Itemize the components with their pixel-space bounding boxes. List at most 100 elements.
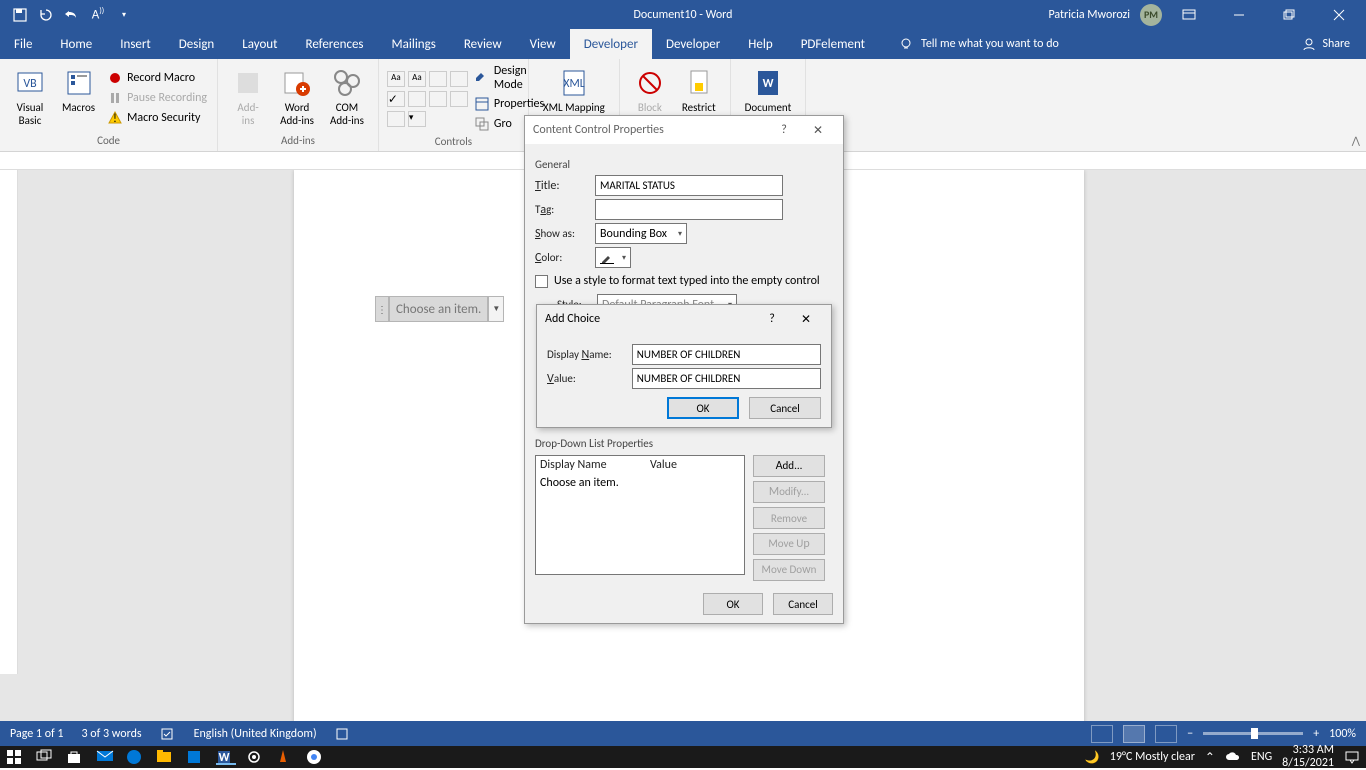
content-control-handle-icon[interactable]: ⋮ — [375, 296, 389, 322]
tab-home[interactable]: Home — [46, 29, 106, 59]
tab-pdfelement[interactable]: PDFelement — [787, 29, 879, 59]
qat-dropdown-icon[interactable]: ▾ — [112, 3, 136, 27]
start-icon[interactable] — [6, 749, 26, 765]
macro-record-icon[interactable] — [335, 727, 349, 741]
visual-basic-button[interactable]: VBVisual Basic — [8, 63, 52, 132]
refresh-icon[interactable] — [34, 3, 58, 27]
vlc-icon[interactable] — [276, 749, 296, 765]
tab-design[interactable]: Design — [165, 29, 228, 59]
tab-view[interactable]: View — [516, 29, 570, 59]
cancel-button[interactable]: Cancel — [773, 593, 833, 615]
content-control-placeholder[interactable]: Choose an item. — [389, 296, 488, 322]
warning-icon: ! — [107, 110, 123, 126]
ok-button[interactable]: OK — [667, 397, 739, 419]
explorer-icon[interactable] — [156, 749, 176, 765]
share-icon — [1302, 37, 1316, 51]
record-macro-button[interactable]: Record Macro — [105, 69, 209, 87]
maximize-icon[interactable] — [1266, 0, 1312, 29]
minimize-icon[interactable] — [1216, 0, 1262, 29]
zoom-out-icon[interactable]: − — [1187, 727, 1193, 741]
app-icon[interactable] — [186, 749, 206, 765]
dropdown-list-box[interactable]: Display NameValue Choose an item. — [535, 455, 745, 575]
language-indicator[interactable]: ENG — [1251, 750, 1272, 764]
tell-me-search[interactable]: Tell me what you want to do — [899, 29, 1059, 59]
zoom-slider[interactable] — [1203, 732, 1303, 735]
weather-icon[interactable]: 🌙 — [1085, 750, 1100, 765]
cancel-button[interactable]: Cancel — [749, 397, 821, 419]
mail-icon[interactable] — [96, 749, 116, 765]
ribbon-display-icon[interactable] — [1166, 0, 1212, 29]
read-mode-icon[interactable] — [1091, 725, 1113, 743]
settings-icon[interactable] — [246, 749, 266, 765]
general-section-label: General — [535, 158, 833, 171]
close-icon[interactable] — [1316, 0, 1362, 29]
title-input[interactable] — [595, 175, 783, 196]
tray-chevron-icon[interactable]: ⌃ — [1205, 750, 1215, 765]
spellcheck-icon[interactable] — [160, 727, 176, 741]
save-icon[interactable] — [8, 3, 32, 27]
notifications-icon[interactable] — [1344, 750, 1360, 764]
svg-text:!: ! — [113, 112, 117, 126]
tab-insert[interactable]: Insert — [106, 29, 165, 59]
tab-review[interactable]: Review — [450, 29, 516, 59]
add-button[interactable]: Add... — [753, 455, 825, 477]
dialog-titlebar[interactable]: Content Control Properties ? ✕ — [525, 116, 843, 144]
showas-select[interactable]: Bounding Box▾ — [595, 223, 687, 244]
tab-layout[interactable]: Layout — [228, 29, 291, 59]
dropdown-list-section-label: Drop-Down List Properties — [535, 437, 833, 451]
tag-input[interactable] — [595, 199, 783, 220]
word-icon[interactable]: W — [216, 749, 236, 765]
tab-file[interactable]: File — [0, 29, 46, 59]
undo-icon[interactable] — [60, 3, 84, 27]
com-addins-button[interactable]: COM Add-ins — [324, 63, 370, 132]
color-picker[interactable]: ▾ — [595, 247, 631, 268]
checkbox-icon[interactable] — [535, 275, 548, 288]
dialog-titlebar[interactable]: Add Choice ? ✕ — [537, 305, 831, 333]
tab-references[interactable]: References — [292, 29, 378, 59]
print-layout-icon[interactable] — [1123, 725, 1145, 743]
chrome-icon[interactable] — [306, 749, 326, 765]
list-item[interactable]: Choose an item. — [536, 474, 744, 492]
tab-mailings[interactable]: Mailings — [378, 29, 450, 59]
user-name[interactable]: Patricia Mworozi — [1048, 8, 1130, 22]
close-icon[interactable]: ✕ — [801, 116, 835, 144]
tab-developer[interactable]: Developer — [570, 29, 652, 59]
addins-button[interactable]: Add- ins — [226, 63, 270, 132]
pause-recording-button[interactable]: Pause Recording — [105, 89, 209, 107]
ok-button[interactable]: OK — [703, 593, 763, 615]
value-input[interactable] — [632, 368, 821, 389]
font-size-icon[interactable]: A)) — [86, 3, 110, 27]
page-count[interactable]: Page 1 of 1 — [10, 727, 64, 741]
vertical-ruler[interactable] — [0, 170, 18, 674]
help-icon[interactable]: ? — [755, 305, 789, 333]
web-layout-icon[interactable] — [1155, 725, 1177, 743]
svg-text:W: W — [219, 751, 230, 765]
display-name-input[interactable] — [632, 344, 821, 365]
titlebar: A)) ▾ Document10 - Word Patricia Mworozi… — [0, 0, 1366, 29]
macros-button[interactable]: Macros — [56, 63, 101, 132]
group-code: VBVisual Basic Macros Record Macro Pause… — [0, 59, 218, 151]
store-icon[interactable] — [66, 749, 86, 765]
zoom-level[interactable]: 100% — [1329, 727, 1356, 741]
close-icon[interactable]: ✕ — [789, 305, 823, 333]
help-icon[interactable]: ? — [767, 116, 801, 144]
language-status[interactable]: English (United Kingdom) — [194, 727, 317, 741]
task-view-icon[interactable] — [36, 749, 56, 765]
tab-help[interactable]: Help — [734, 29, 786, 59]
macro-security-button[interactable]: !Macro Security — [105, 109, 209, 127]
clock[interactable]: 3:33 AM8/15/2021 — [1282, 744, 1334, 770]
zoom-in-icon[interactable]: + — [1313, 727, 1319, 741]
onedrive-icon[interactable] — [1225, 751, 1241, 763]
chevron-down-icon[interactable]: ▼ — [488, 296, 504, 322]
use-style-checkbox-row[interactable]: Use a style to format text typed into th… — [535, 274, 833, 288]
chevron-down-icon: ▾ — [622, 253, 626, 263]
word-count[interactable]: 3 of 3 words — [82, 727, 142, 741]
avatar[interactable]: PM — [1140, 4, 1162, 26]
tab-developer-2[interactable]: Developer — [652, 29, 734, 59]
collapse-ribbon-icon[interactable]: ⋀ — [1352, 134, 1360, 147]
word-addins-button[interactable]: Word Add-ins — [274, 63, 320, 132]
share-button[interactable]: Share — [1286, 29, 1366, 59]
edge-icon[interactable] — [126, 749, 146, 765]
weather-text[interactable]: 19°C Mostly clear — [1110, 750, 1195, 764]
content-control-dropdown[interactable]: ⋮ Choose an item. ▼ — [375, 296, 504, 322]
